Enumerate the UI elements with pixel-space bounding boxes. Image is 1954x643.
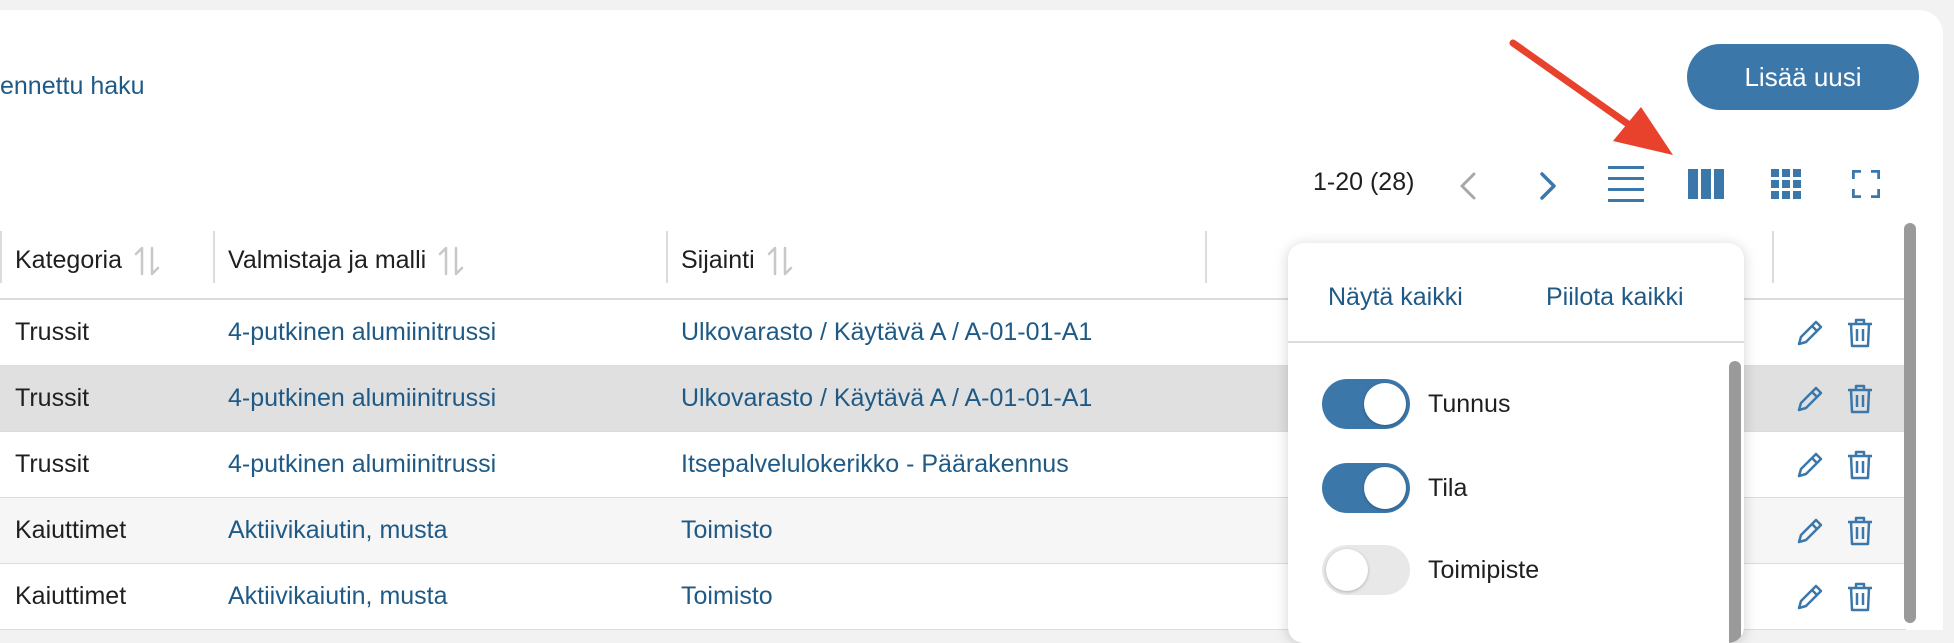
chevron-right-icon[interactable] [1530,168,1566,204]
columns-icon[interactable] [1686,166,1726,202]
cell-model-link[interactable]: 4-putkinen alumiinitrussi [228,432,496,497]
cell-location-link[interactable]: Ulkovarasto / Käytävä A / A-01-01-A1 [681,300,1092,365]
cell-location-link[interactable]: Toimisto [681,498,773,563]
cell-category: Trussit [15,318,90,346]
cell-category: Kaiuttimet [15,582,127,610]
grid-icon[interactable] [1766,166,1806,202]
advanced-search-link[interactable]: ennettu haku [0,72,145,101]
list-view-icon[interactable] [1606,162,1646,206]
column-divider[interactable] [213,231,215,283]
cell-location-link[interactable]: Ulkovarasto / Käytävä A / A-01-01-A1 [681,366,1092,431]
column-header-valmistaja[interactable]: Valmistaja ja malli [228,223,464,298]
toggle-label: Tunnus [1428,389,1511,418]
column-divider[interactable] [666,231,668,283]
cell-location-link[interactable]: Toimisto [681,564,773,629]
column-divider[interactable] [1205,231,1207,283]
cell-model-link[interactable]: Aktiivikaiutin, musta [228,564,448,629]
trash-icon[interactable] [1847,516,1873,546]
column-menu-header: Näytä kaikki Piilota kaikki [1288,243,1744,343]
column-header-kategoria[interactable]: Kategoria [15,223,160,298]
sort-icon[interactable] [767,246,793,276]
sort-icon[interactable] [438,246,464,276]
pencil-icon[interactable] [1795,450,1825,480]
toggle-label: Toimipiste [1428,555,1540,584]
trash-icon[interactable] [1847,582,1873,612]
column-divider[interactable] [0,231,2,283]
pencil-icon[interactable] [1795,516,1825,546]
column-header-label: Valmistaja ja malli [228,246,427,274]
column-toggle-row: Toimipiste [1322,545,1539,595]
toggle-knob [1364,383,1406,425]
fullscreen-icon[interactable] [1846,166,1886,202]
column-toggle-row: Tila [1322,463,1467,513]
sort-icon[interactable] [134,246,160,276]
toggle-label: Tila [1428,473,1468,502]
hide-all-button[interactable]: Piilota kaikki [1546,283,1684,312]
pencil-icon[interactable] [1795,384,1825,414]
pencil-icon[interactable] [1795,318,1825,348]
column-header-label: Kategoria [15,246,123,274]
column-header-sijainti[interactable]: Sijainti [681,223,793,298]
show-all-button[interactable]: Näytä kaikki [1328,283,1463,312]
row-actions [1795,498,1873,563]
cell-model-link[interactable]: Aktiivikaiutin, musta [228,498,448,563]
tunnus-toggle[interactable] [1322,379,1410,429]
trash-icon[interactable] [1847,318,1873,348]
cell-category: Trussit [15,384,90,412]
row-actions [1795,432,1873,497]
toimipiste-toggle[interactable] [1322,545,1410,595]
toggle-knob [1364,467,1406,509]
cell-model-link[interactable]: 4-putkinen alumiinitrussi [228,366,496,431]
row-actions [1795,300,1873,365]
cell-model-link[interactable]: 4-putkinen alumiinitrussi [228,300,496,365]
tila-toggle[interactable] [1322,463,1410,513]
cell-category: Trussit [15,450,90,478]
column-header-label: Sijainti [681,246,755,274]
column-menu-scrollbar[interactable] [1729,361,1741,643]
cell-location-link[interactable]: Itsepalvelulokerikko - Päärakennus [681,432,1069,497]
pencil-icon[interactable] [1795,582,1825,612]
red-arrow-icon [1509,39,1673,155]
row-actions [1795,564,1873,629]
column-toggle-row: Tunnus [1322,379,1510,429]
row-actions [1795,366,1873,431]
trash-icon[interactable] [1847,384,1873,414]
add-new-button[interactable]: Lisää uusi [1687,44,1919,110]
cell-category: Kaiuttimet [15,516,127,544]
column-divider[interactable] [1772,231,1774,283]
column-visibility-menu: Näytä kaikki Piilota kaikki Tunnus Tila … [1288,243,1744,643]
pagination-range: 1-20 (28) [1313,168,1415,196]
toggle-knob [1326,549,1368,591]
chevron-left-icon[interactable] [1450,168,1486,204]
table-scrollbar[interactable] [1904,223,1916,623]
trash-icon[interactable] [1847,450,1873,480]
